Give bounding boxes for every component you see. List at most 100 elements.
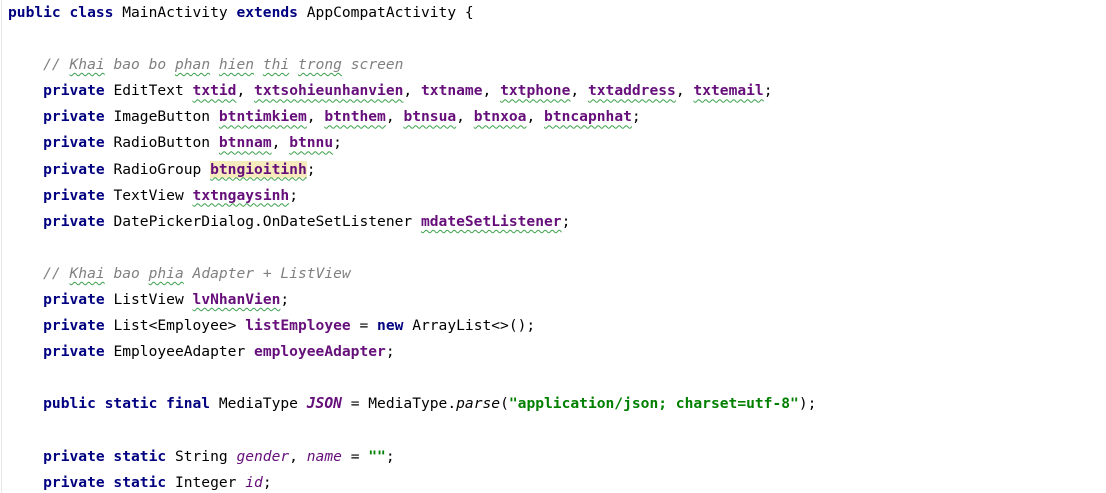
code-token: =	[341, 447, 369, 465]
code-token: ArrayList<>();	[403, 317, 536, 335]
code-token: btncapnhat	[544, 108, 632, 126]
code-token: DatePickerDialog.OnDateSetListener	[104, 212, 421, 230]
code-token: listEmployee	[245, 317, 351, 335]
code-token: ListView	[104, 291, 193, 309]
code-editor[interactable]: public class MainActivity extends AppCom…	[0, 0, 1106, 493]
code-line[interactable]: private List<Employee> listEmployee = ne…	[8, 313, 1106, 339]
code-token: RadioGroup	[104, 160, 211, 178]
code-token: RadioButton	[104, 134, 219, 152]
code-token: ,	[675, 82, 694, 100]
code-token: private	[8, 134, 105, 152]
code-token: ,	[271, 134, 290, 152]
code-token: txtphone	[500, 82, 571, 100]
code-token: Integer	[166, 473, 246, 491]
code-token: parse	[456, 395, 501, 413]
code-token: JSON	[306, 395, 342, 413]
code-token: thi	[262, 56, 290, 74]
code-token: ;	[262, 473, 272, 491]
code-token: private	[8, 212, 105, 230]
code-line[interactable]	[8, 418, 1106, 444]
code-token: txtid	[192, 82, 237, 100]
code-token: btntimkiem	[218, 108, 307, 126]
code-token: phia	[148, 264, 184, 282]
code-line[interactable]: private static Integer id;	[8, 470, 1106, 493]
code-line[interactable]: private static String gender, name = "";	[8, 444, 1106, 470]
code-token: ""	[368, 447, 386, 465]
code-token: public class	[8, 4, 114, 21]
code-token: btnxoa	[473, 108, 527, 126]
code-token: MainActivity	[113, 4, 237, 21]
code-token: new	[377, 317, 404, 335]
code-line[interactable]	[8, 235, 1106, 261]
code-token: gender	[236, 447, 290, 465]
code-token: =	[350, 317, 378, 335]
code-token: txtname	[421, 82, 483, 100]
code-token: private	[8, 343, 105, 361]
code-token: hien	[218, 56, 255, 74]
code-token: private static	[8, 473, 167, 491]
code-token: ;	[306, 160, 316, 178]
code-token: bao bo	[104, 56, 175, 74]
code-token: private	[8, 317, 105, 335]
code-token: "application/json; charset=utf-8"	[508, 395, 799, 413]
code-line[interactable]	[8, 365, 1106, 391]
code-line[interactable]	[8, 26, 1106, 52]
code-token: (	[500, 395, 509, 413]
code-token: ,	[236, 82, 255, 100]
code-token: ,	[482, 82, 501, 100]
code-token: private	[8, 82, 105, 100]
code-token: ;	[333, 134, 342, 152]
code-token: ,	[306, 108, 325, 126]
code-line[interactable]: // Khai bao phia Adapter + ListView	[8, 261, 1106, 287]
code-token: ,	[456, 108, 474, 126]
code-token: txtngaysinh	[192, 186, 290, 204]
code-line[interactable]: private RadioGroup btngioitinh;	[8, 157, 1106, 183]
code-token: );	[798, 395, 817, 413]
code-token: private	[8, 160, 105, 178]
code-token: ;	[561, 212, 571, 230]
code-token: ;	[763, 82, 773, 100]
code-token: txtaddress	[587, 82, 676, 100]
code-token: ;	[289, 186, 298, 204]
code-line[interactable]: private ListView lvNhanVien;	[8, 287, 1106, 313]
code-token: TextView	[104, 186, 193, 204]
code-token: extends	[236, 4, 298, 21]
code-token: btnsua	[403, 108, 457, 126]
code-token: phan	[174, 56, 211, 74]
code-token: EditText	[104, 82, 193, 100]
code-token: id	[245, 473, 263, 491]
code-line[interactable]: private EmployeeAdapter employeeAdapter;	[8, 339, 1106, 365]
code-token: btnnam	[218, 134, 272, 152]
code-token: bao	[104, 264, 149, 282]
code-area[interactable]: public class MainActivity extends AppCom…	[8, 0, 1106, 493]
code-line[interactable]: // Khai bao bo phan hien thi trong scree…	[8, 52, 1106, 78]
code-line[interactable]: private ImageButton btntimkiem, btnthem,…	[8, 104, 1106, 130]
code-token: btnnu	[289, 134, 334, 152]
code-token: //	[8, 264, 70, 282]
code-token: txtemail	[693, 82, 764, 100]
gutter-divider	[1, 0, 2, 493]
code-token: employeeAdapter	[254, 343, 386, 361]
code-token: ,	[289, 447, 307, 465]
code-token: btnthem	[324, 108, 386, 126]
code-token: private	[8, 186, 105, 204]
code-line[interactable]: private EditText txtid, txtsohieunhanvie…	[8, 78, 1106, 104]
code-line[interactable]: private RadioButton btnnam, btnnu;	[8, 130, 1106, 156]
code-token: lvNhanVien	[192, 291, 281, 309]
code-token: trong	[298, 56, 342, 74]
code-token: mdateSetListener	[420, 212, 562, 230]
code-token: ;	[385, 447, 395, 465]
code-token: String	[166, 447, 237, 465]
code-token: = MediaType.	[341, 395, 457, 413]
code-line[interactable]: public static final MediaType JSON = Med…	[8, 391, 1106, 417]
code-token: List<Employee>	[104, 317, 246, 335]
code-token: private	[8, 291, 105, 309]
code-line[interactable]: private DatePickerDialog.OnDateSetListen…	[8, 209, 1106, 235]
code-token: ,	[526, 108, 545, 126]
code-line[interactable]: public class MainActivity extends AppCom…	[8, 0, 1106, 26]
code-token: ,	[403, 82, 421, 100]
code-line[interactable]: private TextView txtngaysinh;	[8, 183, 1106, 209]
code-token: btngioitinh	[210, 160, 307, 178]
code-token: EmployeeAdapter	[104, 343, 255, 361]
